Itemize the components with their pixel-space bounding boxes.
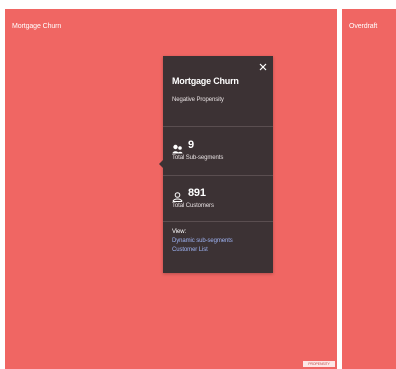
tile-overdraft[interactable]: Overdraft — [342, 9, 396, 369]
treemap-canvas: Mortgage Churn PROPENSITY Overdraft Mort… — [0, 0, 396, 369]
divider — [163, 175, 273, 176]
tile-label: Mortgage Churn — [12, 23, 62, 30]
segment-tooltip: Mortgage Churn Negative Propensity 9 Tot… — [159, 56, 273, 273]
segments-icon — [172, 141, 183, 154]
customers-count: 891 — [188, 187, 206, 199]
divider — [163, 126, 273, 127]
divider — [163, 221, 273, 222]
tile-label: Overdraft — [349, 23, 378, 30]
tooltip-pointer — [159, 160, 163, 168]
sub-segments-count: 9 — [188, 139, 194, 151]
view-label: View: — [172, 229, 187, 235]
user-icon — [172, 189, 183, 202]
sub-segments-label: Total Sub-segments — [172, 155, 224, 161]
dynamic-sub-segments-link[interactable]: Dynamic sub-segments — [172, 238, 233, 244]
close-icon[interactable] — [258, 62, 268, 72]
propensity-tag: PROPENSITY — [303, 361, 335, 367]
tooltip-title: Mortgage Churn — [172, 76, 239, 86]
tooltip-subtitle: Negative Propensity — [172, 97, 224, 103]
customer-list-link[interactable]: Customer List — [172, 247, 208, 253]
customers-label: Total Customers — [172, 203, 214, 209]
